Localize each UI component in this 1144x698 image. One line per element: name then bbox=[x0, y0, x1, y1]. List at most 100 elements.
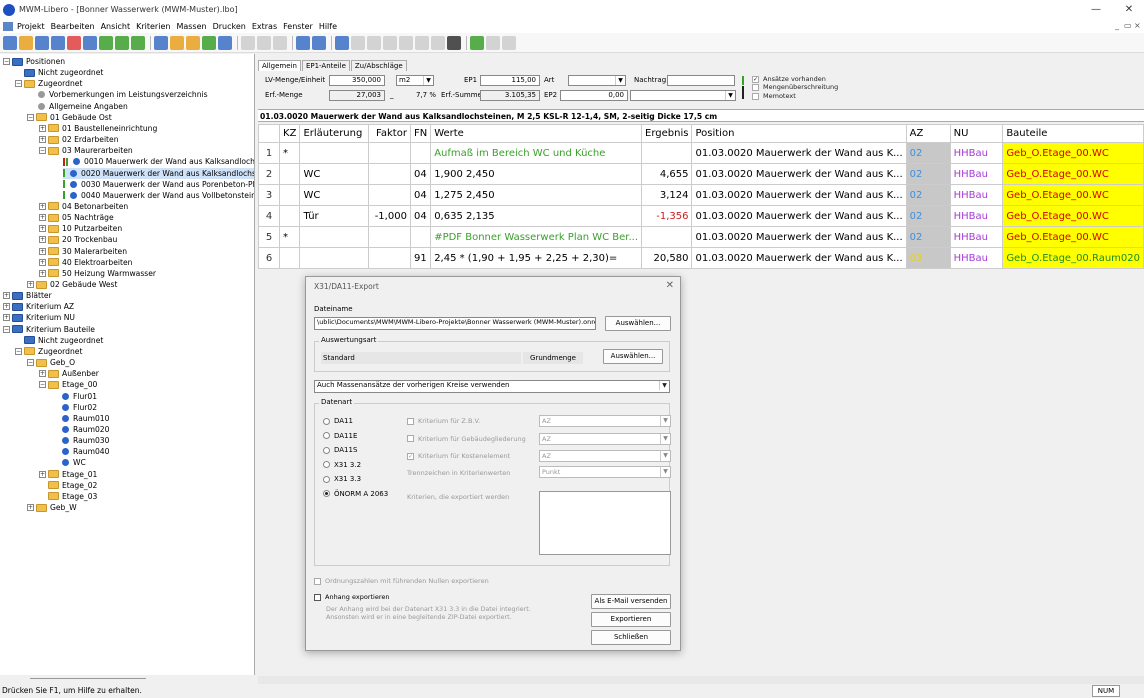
tree-item[interactable]: + Kriterium AZ bbox=[3, 301, 74, 312]
datenart-radio[interactable]: ÖNORM A 2063 bbox=[323, 490, 388, 498]
cell-werte[interactable]: #PDF Bonner Wasserwerk Plan WC Ber... bbox=[430, 226, 643, 248]
expand-icon[interactable]: + bbox=[39, 124, 46, 132]
tree-item[interactable]: +30 Malerarbeiten bbox=[39, 246, 127, 257]
toolbar-icon-24[interactable] bbox=[351, 35, 365, 50]
toolbar-icon-33[interactable] bbox=[486, 35, 500, 50]
tree-item[interactable]: − 01 Gebäude Ost bbox=[27, 112, 112, 123]
cell-erl[interactable] bbox=[299, 142, 369, 164]
kriterium-checkbox[interactable]: ✓ Kriterium für Kostenelement bbox=[407, 452, 510, 460]
exportieren-button[interactable]: Exportieren bbox=[591, 612, 671, 627]
ordnungszahlen-checkbox[interactable]: Ordnungszahlen mit führenden Nullen expo… bbox=[314, 577, 489, 585]
memotext-checkbox[interactable]: Memotext bbox=[752, 92, 796, 100]
kriterium-select[interactable]: AZ ▼ bbox=[539, 415, 671, 427]
toolbar-icon-23[interactable] bbox=[335, 35, 349, 50]
tree-item[interactable]: Raum010 bbox=[51, 413, 109, 424]
toolbar-icon-27[interactable] bbox=[399, 35, 413, 50]
dateiname-auswaehlen-button[interactable]: Auswählen... bbox=[605, 316, 671, 331]
toolbar-icon-5[interactable] bbox=[83, 35, 97, 50]
cell-fn[interactable] bbox=[409, 142, 432, 164]
art-select[interactable]: ▼ bbox=[568, 75, 626, 86]
minimize-button[interactable]: — bbox=[1080, 0, 1112, 19]
mengenueberschreitung-checkbox[interactable]: Mengenüberschreitung bbox=[752, 83, 838, 91]
cell-bt[interactable]: Geb_O.Etage_00.WC bbox=[1002, 163, 1144, 185]
tree-item[interactable]: Vorbemerkungen im Leistungsverzeichnis bbox=[27, 89, 208, 100]
kriterium-select[interactable]: AZ ▼ bbox=[539, 432, 671, 445]
cell-pos[interactable]: 01.03.0020 Mauerwerk der Wand aus K... bbox=[691, 205, 907, 227]
schliessen-button[interactable]: Schließen bbox=[591, 630, 671, 645]
cell-nu[interactable]: HHBau bbox=[949, 163, 1004, 185]
datenart-radio[interactable]: DA11S bbox=[323, 446, 357, 454]
toolbar-icon-8[interactable] bbox=[131, 35, 145, 50]
toolbar-icon-30[interactable] bbox=[447, 35, 461, 50]
col-ergebnis[interactable]: Ergebnis bbox=[641, 124, 693, 143]
cell-n[interactable]: 3 bbox=[257, 184, 281, 206]
expand-icon[interactable]: + bbox=[39, 236, 46, 244]
tree-scrollbar[interactable] bbox=[30, 678, 146, 679]
col-bauteile[interactable]: Bauteile bbox=[1002, 124, 1144, 143]
toolbar-icon-16[interactable] bbox=[241, 35, 255, 50]
ansaetze-checkbox[interactable]: ✓ Ansätze vorhanden bbox=[752, 75, 826, 83]
menu-item-4[interactable]: Massen bbox=[176, 22, 206, 31]
tree-item[interactable]: Nicht zugeordnet bbox=[15, 67, 103, 78]
lv-menge-field[interactable]: 350,000 bbox=[329, 75, 385, 86]
cell-erg[interactable] bbox=[641, 142, 693, 164]
anhang-checkbox[interactable]: Anhang exportieren bbox=[314, 593, 390, 601]
col-fn[interactable]: FN bbox=[409, 124, 432, 143]
table-row[interactable]: 3 WC 04 1,275 2,450 3,124 01.03.0020 Mauerwer… bbox=[257, 184, 1144, 206]
tree-item[interactable]: Flur02 bbox=[51, 402, 97, 413]
cell-n[interactable]: 6 bbox=[257, 247, 281, 269]
cell-pos[interactable]: 01.03.0020 Mauerwerk der Wand aus K... bbox=[691, 226, 907, 248]
cell-kz[interactable] bbox=[279, 205, 301, 227]
tree-item[interactable]: +02 Gebäude West bbox=[27, 279, 118, 290]
expand-icon[interactable]: + bbox=[39, 470, 46, 478]
cell-kz[interactable] bbox=[279, 163, 301, 185]
cell-bt[interactable]: Geb_O.Etage_00.WC bbox=[1002, 142, 1144, 164]
ep1-field[interactable]: 115,00 bbox=[480, 75, 540, 86]
cell-erl[interactable]: WC bbox=[299, 184, 369, 206]
cell-kz[interactable] bbox=[279, 247, 301, 269]
auswertungsart-auswaehlen-button[interactable]: Auswählen... bbox=[603, 349, 663, 364]
datenart-radio[interactable]: X31 3.3 bbox=[323, 475, 361, 483]
nachtrag-field[interactable] bbox=[667, 75, 735, 86]
expand-icon[interactable]: + bbox=[39, 258, 46, 266]
collapse-icon[interactable]: − bbox=[27, 113, 34, 121]
tree-item[interactable]: − Etage_00 bbox=[39, 379, 97, 390]
tree-item[interactable]: + Geb_W bbox=[27, 502, 77, 513]
expand-icon[interactable]: + bbox=[3, 292, 10, 300]
expand-icon[interactable]: + bbox=[27, 281, 34, 288]
cell-az[interactable]: 02 bbox=[905, 142, 951, 164]
tree-item[interactable]: + Außenber bbox=[39, 368, 99, 379]
tree-item[interactable]: Nicht zugeordnet bbox=[15, 335, 103, 346]
expand-icon[interactable]: + bbox=[39, 225, 46, 233]
mdi-close-button[interactable]: × bbox=[1134, 21, 1141, 30]
cell-az[interactable]: 02 bbox=[905, 205, 951, 227]
cell-faktor[interactable] bbox=[367, 184, 411, 206]
cell-erl[interactable]: WC bbox=[299, 163, 369, 185]
close-button[interactable]: ✕ bbox=[1114, 0, 1144, 19]
col-werte[interactable]: Werte bbox=[430, 124, 643, 143]
toolbar-icon-26[interactable] bbox=[383, 35, 397, 50]
menu-item-7[interactable]: Fenster bbox=[283, 22, 313, 31]
tree-item[interactable]: +10 Putzarbeiten bbox=[39, 223, 122, 234]
tree-item[interactable]: Flur01 bbox=[51, 391, 97, 402]
cell-faktor[interactable] bbox=[367, 142, 411, 164]
table-row[interactable]: 6 91 2,45 * (1,90 + 1,95 + 2,25 + 2,30)= 20… bbox=[257, 247, 1144, 269]
cell-werte[interactable]: Aufmaß im Bereich WC und Küche bbox=[430, 142, 643, 164]
tree-item[interactable]: 0040 Mauerwerk der Wand aus Vollbetonste… bbox=[63, 190, 254, 201]
cell-faktor[interactable]: -1,000 bbox=[367, 205, 411, 227]
collapse-icon[interactable]: − bbox=[3, 58, 10, 65]
collapse-icon[interactable]: − bbox=[39, 381, 46, 389]
cell-az[interactable]: 02 bbox=[905, 226, 951, 248]
cell-erl[interactable] bbox=[299, 247, 369, 269]
table-row[interactable]: 2 WC 04 1,900 2,450 4,655 01.03.0020 Mauerwer… bbox=[257, 163, 1144, 185]
tree-item[interactable]: Raum020 bbox=[51, 424, 109, 435]
cell-fn[interactable]: 04 bbox=[409, 205, 432, 227]
toolbar-icon-25[interactable] bbox=[367, 35, 381, 50]
tree-item[interactable]: 0030 Mauerwerk der Wand aus Porenbeton-P… bbox=[63, 179, 254, 190]
toolbar-icon-10[interactable] bbox=[154, 35, 168, 50]
email-button[interactable]: Als E-Mail versenden bbox=[591, 594, 671, 609]
cell-n[interactable]: 5 bbox=[257, 226, 281, 248]
cell-werte[interactable]: 2,45 * (1,90 + 1,95 + 2,25 + 2,30)= bbox=[430, 247, 643, 269]
col-faktor[interactable]: Faktor bbox=[367, 124, 411, 143]
collapse-icon[interactable]: − bbox=[15, 80, 22, 88]
